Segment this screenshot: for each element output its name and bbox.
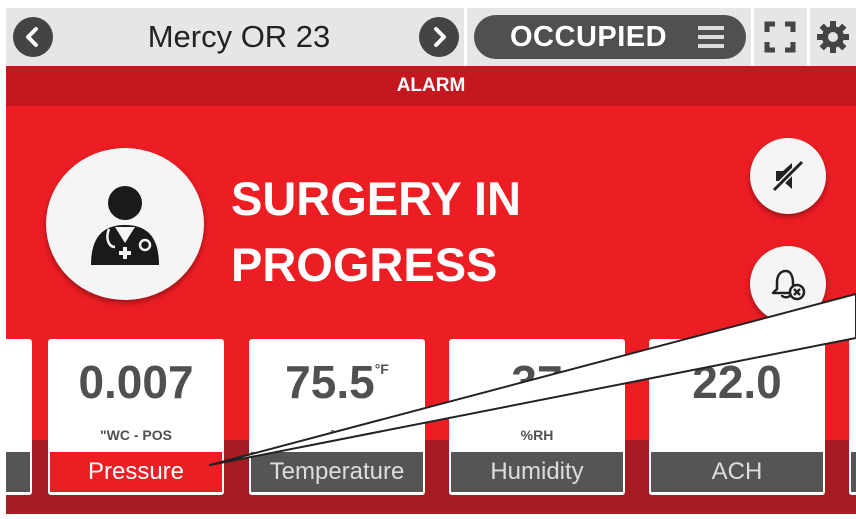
app-frame: Mercy OR 23 OCCUPIED ALARM SURGERY IN PR… <box>6 8 856 514</box>
callout-leader-lines <box>209 293 856 466</box>
